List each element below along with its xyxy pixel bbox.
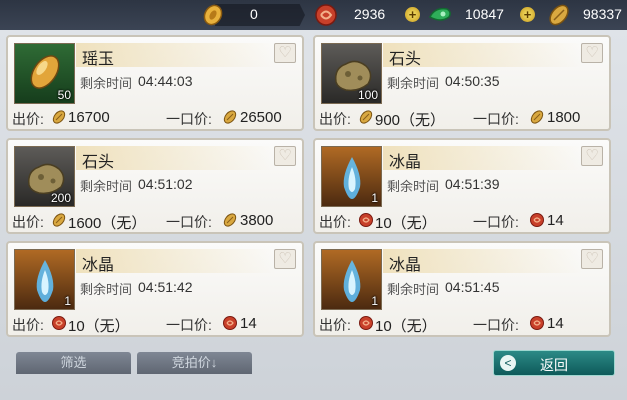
item-thumbnail[interactable]: 100 xyxy=(321,43,382,104)
buyout-label: 一口价: xyxy=(166,214,212,230)
favorite-heart-icon[interactable]: ♡ xyxy=(581,43,603,63)
gold-coin-icon xyxy=(358,109,374,125)
bid-price: 10（无） xyxy=(68,318,130,335)
auction-item-card[interactable]: 1 冰晶 ♡ 剩余时间 04:51:39 出价: 10（无） 一口价: 14 xyxy=(313,138,611,234)
filter-button[interactable]: 筛选 xyxy=(16,352,131,374)
item-quantity: 1 xyxy=(371,294,378,308)
item-thumbnail[interactable]: 1 xyxy=(321,249,382,310)
item-name: 瑶玉 xyxy=(82,51,115,68)
currency-bar: 0 2936 + 10847 + 98337 xyxy=(0,0,627,30)
item-quantity: 200 xyxy=(50,191,71,205)
item-name: 冰晶 xyxy=(389,257,422,274)
red-coin-icon xyxy=(51,315,67,331)
buyout-label: 一口价: xyxy=(166,111,212,127)
favorite-heart-icon[interactable]: ♡ xyxy=(274,249,296,269)
buyout-price: 1800 xyxy=(547,109,581,126)
remaining-time-value: 04:44:03 xyxy=(138,73,193,89)
item-quantity: 1 xyxy=(371,191,378,205)
remaining-time-value: 04:51:42 xyxy=(138,279,193,295)
remaining-time-label: 剩余时间 xyxy=(387,76,440,91)
remaining-time-value: 04:51:02 xyxy=(138,176,193,192)
remaining-time-label: 剩余时间 xyxy=(387,179,440,194)
auction-item-card[interactable]: 1 冰晶 ♡ 剩余时间 04:51:45 出价: 10（无） 一口价: 14 xyxy=(313,241,611,337)
jade-icon xyxy=(429,7,451,21)
silver-coin-icon xyxy=(203,4,223,26)
remaining-time-label: 剩余时间 xyxy=(80,179,133,194)
favorite-heart-icon[interactable]: ♡ xyxy=(581,249,603,269)
currency-pill xyxy=(215,4,305,26)
back-arrow-icon: < xyxy=(500,355,516,371)
item-thumbnail[interactable]: 1 xyxy=(321,146,382,207)
bid-label: 出价: xyxy=(12,317,44,333)
currency-value: 0 xyxy=(250,6,258,22)
buyout-label: 一口价: xyxy=(473,317,519,333)
bid-price: 10（无） xyxy=(375,215,437,232)
buyout-label: 一口价: xyxy=(166,317,212,333)
auction-item-card[interactable]: 100 石头 ♡ 剩余时间 04:50:35 出价: 900（无） 一口价: 1… xyxy=(313,35,611,131)
remaining-time-value: 04:51:39 xyxy=(445,176,500,192)
gold-coin-icon xyxy=(549,4,569,26)
add-red-coin-button[interactable]: + xyxy=(405,7,420,22)
buyout-price: 14 xyxy=(240,315,257,332)
item-name: 冰晶 xyxy=(389,154,422,171)
red-coin-icon xyxy=(358,315,374,331)
buyout-label: 一口价: xyxy=(473,111,519,127)
item-quantity: 100 xyxy=(357,88,378,102)
bid-price: 900（无） xyxy=(375,112,446,129)
buyout-price: 14 xyxy=(547,315,564,332)
auction-item-card[interactable]: 1 冰晶 ♡ 剩余时间 04:51:42 出价: 10（无） 一口价: 14 xyxy=(6,241,304,337)
currency-value: 2936 xyxy=(354,6,386,22)
remaining-time-value: 04:50:35 xyxy=(445,73,500,89)
auction-item-card[interactable]: 200 石头 ♡ 剩余时间 04:51:02 出价: 1600（无） 一口价: … xyxy=(6,138,304,234)
bid-price: 10（无） xyxy=(375,318,437,335)
item-thumbnail[interactable]: 50 xyxy=(14,43,75,104)
sort-button[interactable]: 竞拍价↓ xyxy=(137,352,252,374)
bid-label: 出价: xyxy=(12,214,44,230)
red-coin-icon xyxy=(529,315,545,331)
remaining-time-label: 剩余时间 xyxy=(387,282,440,297)
gold-coin-icon xyxy=(51,212,67,228)
bid-price: 16700 xyxy=(68,109,110,126)
item-name: 石头 xyxy=(389,51,422,68)
back-label: 返回 xyxy=(540,357,568,373)
remaining-time-label: 剩余时间 xyxy=(80,282,133,297)
red-coin-icon xyxy=(358,212,374,228)
add-jade-button[interactable]: + xyxy=(520,7,535,22)
gold-coin-icon xyxy=(51,109,67,125)
red-coin-icon xyxy=(529,212,545,228)
buyout-price: 26500 xyxy=(240,109,282,126)
item-name: 石头 xyxy=(82,154,115,171)
favorite-heart-icon[interactable]: ♡ xyxy=(274,43,296,63)
buyout-price: 3800 xyxy=(240,212,274,229)
bid-price: 1600（无） xyxy=(68,215,147,232)
currency-value: 10847 xyxy=(465,6,504,22)
item-name: 冰晶 xyxy=(82,257,115,274)
red-coin-icon xyxy=(222,315,238,331)
favorite-heart-icon[interactable]: ♡ xyxy=(274,146,296,166)
auction-item-card[interactable]: 50 瑶玉 ♡ 剩余时间 04:44:03 出价: 16700 一口价: 265… xyxy=(6,35,304,131)
back-button[interactable]: < 返回 xyxy=(493,350,615,376)
bid-label: 出价: xyxy=(319,317,351,333)
buyout-label: 一口价: xyxy=(473,214,519,230)
item-quantity: 1 xyxy=(64,294,71,308)
item-quantity: 50 xyxy=(57,88,71,102)
bid-label: 出价: xyxy=(319,111,351,127)
item-thumbnail[interactable]: 1 xyxy=(14,249,75,310)
favorite-heart-icon[interactable]: ♡ xyxy=(581,146,603,166)
gold-coin-icon xyxy=(222,109,238,125)
remaining-time-value: 04:51:45 xyxy=(445,279,500,295)
gold-coin-icon xyxy=(529,109,545,125)
currency-value: 98337 xyxy=(583,6,622,22)
remaining-time-label: 剩余时间 xyxy=(80,76,133,91)
item-thumbnail[interactable]: 200 xyxy=(14,146,75,207)
red-coin-icon xyxy=(315,4,337,26)
gold-coin-icon xyxy=(222,212,238,228)
bid-label: 出价: xyxy=(12,111,44,127)
bid-label: 出价: xyxy=(319,214,351,230)
buyout-price: 14 xyxy=(547,212,564,229)
